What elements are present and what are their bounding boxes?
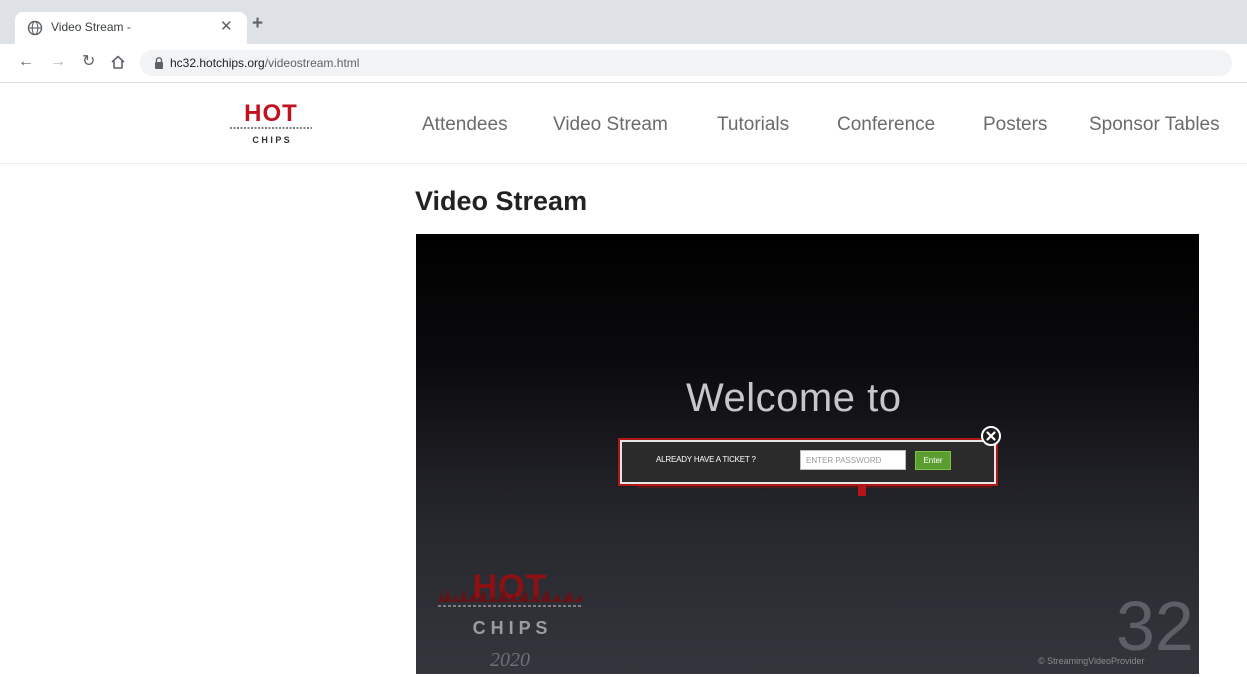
url-domain: hc32.hotchips.org: [170, 56, 265, 70]
video-player[interactable]: Welcome to ALREADY HAVE A TICKET ? Enter…: [416, 234, 1199, 674]
brand-hot-text: HOT: [244, 100, 298, 127]
nav-conference[interactable]: Conference: [837, 114, 935, 136]
site-header: HOT C H I P S Attendees Video Stream Tut…: [0, 83, 1247, 164]
ticket-dialog: ALREADY HAVE A TICKET ? Enter: [620, 440, 996, 484]
welcome-text: Welcome to: [686, 376, 902, 420]
nav-posters[interactable]: Posters: [983, 114, 1047, 136]
enter-button[interactable]: Enter: [915, 451, 951, 470]
address-bar[interactable]: hc32.hotchips.org/videostream.html: [140, 50, 1232, 76]
browser-toolbar: ← → ↻ hc32.hotchips.org/videostream.html: [0, 44, 1247, 83]
logo-chips-text: C H I P S: [473, 618, 548, 638]
logo-year-text: 2020: [490, 649, 530, 671]
forward-arrow-icon[interactable]: →: [50, 52, 66, 72]
tab-title: Video Stream -: [51, 20, 131, 34]
url-text: hc32.hotchips.org/videostream.html: [170, 56, 359, 70]
hot-chips-logo[interactable]: HOT C H I P S: [226, 97, 316, 147]
reload-icon[interactable]: ↻: [82, 52, 95, 72]
edition-number: 32: [1116, 587, 1194, 665]
browser-tab-strip: Video Stream - ✕ +: [0, 0, 1247, 44]
password-input[interactable]: [800, 450, 906, 470]
brand-chips-text: C H I P S: [252, 135, 289, 145]
nav-sponsor-tables[interactable]: Sponsor Tables: [1089, 114, 1220, 136]
plus-icon[interactable]: +: [252, 13, 263, 35]
nav-attendees[interactable]: Attendees: [422, 114, 508, 136]
ticket-prompt: ALREADY HAVE A TICKET ?: [656, 455, 756, 464]
back-arrow-icon[interactable]: ←: [18, 52, 34, 72]
nav-tutorials[interactable]: Tutorials: [717, 114, 789, 136]
close-circle-icon[interactable]: [981, 426, 1001, 446]
close-icon[interactable]: ✕: [220, 17, 233, 35]
page-title: Video Stream: [415, 186, 588, 216]
globe-icon: [27, 20, 43, 36]
nav-video-stream[interactable]: Video Stream: [553, 114, 668, 136]
home-icon[interactable]: [110, 54, 126, 70]
lock-icon: [155, 57, 163, 69]
browser-tab[interactable]: Video Stream - ✕: [15, 12, 247, 44]
provider-credit[interactable]: © StreamingVideoProvider: [1038, 656, 1145, 666]
url-path: /videostream.html: [264, 56, 360, 70]
hot-chips-2020-logo: HOT C H I P S 2020: [438, 568, 582, 671]
